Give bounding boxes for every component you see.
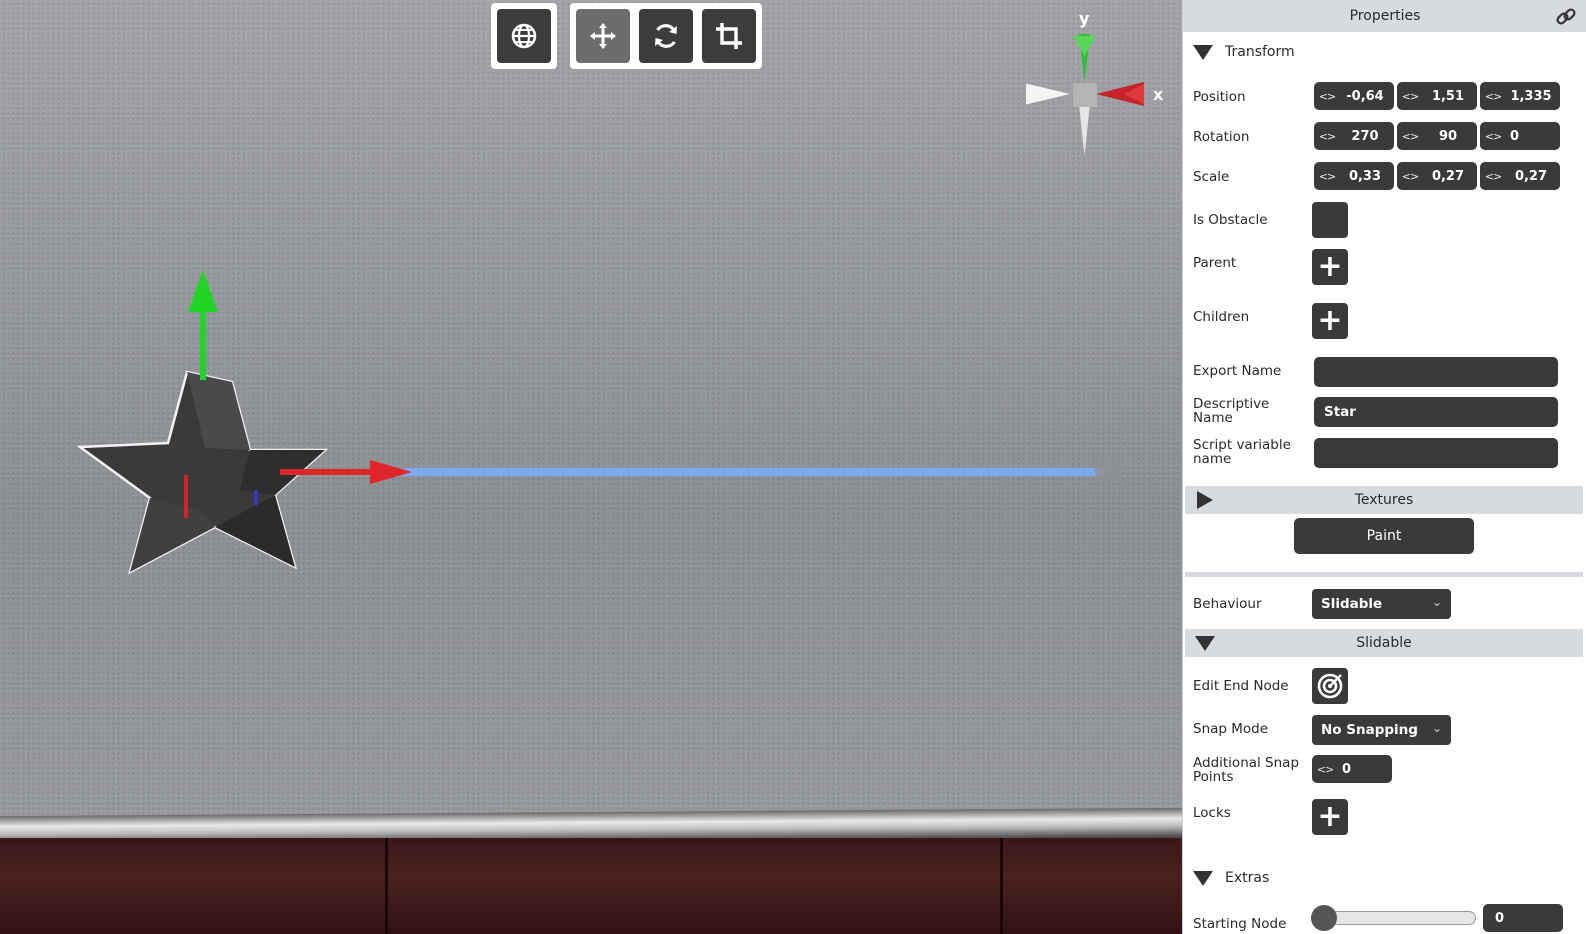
drag-arrows-icon[interactable]: <>	[1312, 763, 1338, 776]
neg-y-axis-cone[interactable]	[1079, 104, 1090, 156]
rotation-y-field[interactable]: <> 90	[1397, 122, 1477, 150]
locks-label: Locks	[1193, 805, 1231, 821]
scale-z-field[interactable]: <> 0,27	[1480, 162, 1560, 190]
cabinet	[0, 838, 1182, 934]
scene-viewport[interactable]: y x	[0, 0, 1182, 934]
panel-title: Properties	[1349, 8, 1421, 24]
edit-end-node-label: Edit End Node	[1193, 678, 1289, 694]
export-name-input[interactable]	[1314, 357, 1558, 387]
move-x-arrow[interactable]	[370, 460, 412, 484]
paint-button[interactable]: Paint	[1294, 518, 1474, 554]
textures-title: Textures	[1354, 492, 1414, 508]
plus-icon: +	[1317, 303, 1343, 338]
slidable-title: Slidable	[1356, 635, 1412, 651]
drag-arrows-icon[interactable]: <>	[1397, 130, 1423, 143]
scale-label: Scale	[1193, 169, 1230, 185]
plus-icon: +	[1317, 249, 1343, 284]
additional-snap-label: Additional Snap Points	[1193, 755, 1300, 785]
collapse-triangle-icon	[1193, 44, 1213, 60]
descriptive-name-label: Descriptive Name	[1193, 396, 1270, 426]
export-name-label: Export Name	[1193, 363, 1282, 379]
children-label: Children	[1193, 309, 1250, 325]
target-icon	[1317, 673, 1343, 699]
snap-mode-value: No Snapping	[1321, 722, 1418, 738]
drag-arrows-icon[interactable]: <>	[1314, 170, 1340, 183]
rotation-z-field[interactable]: <> 0	[1480, 122, 1560, 150]
script-variable-input[interactable]	[1314, 438, 1558, 468]
starting-node-slider-track[interactable]	[1314, 911, 1476, 925]
edit-end-node-button[interactable]	[1312, 668, 1348, 704]
panel-header: Properties	[1183, 0, 1586, 32]
script-variable-label: Script variable name	[1193, 437, 1291, 467]
drag-arrows-icon[interactable]: <>	[1314, 130, 1340, 143]
move-arrows-icon	[590, 23, 616, 49]
is-obstacle-checkbox[interactable]	[1312, 202, 1348, 238]
drag-arrows-icon[interactable]: <>	[1480, 90, 1506, 103]
cabinet-seam	[385, 838, 388, 934]
add-lock-button[interactable]: +	[1312, 799, 1348, 835]
collapse-triangle-icon	[1195, 635, 1215, 651]
crop-icon	[716, 23, 742, 49]
scale-y-field[interactable]: <> 0,27	[1397, 162, 1477, 190]
position-z-field[interactable]: <> 1,335	[1480, 82, 1560, 110]
rotate-icon	[655, 24, 677, 48]
y-axis-label: y	[1079, 9, 1090, 28]
star-object[interactable]	[70, 260, 1150, 590]
position-x-field[interactable]: <> -0,64	[1314, 82, 1394, 110]
additional-snap-field[interactable]: <> 0	[1312, 755, 1392, 783]
rotation-x-field[interactable]: <> 270	[1314, 122, 1394, 150]
gizmo-center-cube[interactable]	[1073, 83, 1097, 107]
add-children-button[interactable]: +	[1312, 303, 1348, 339]
drag-arrows-icon[interactable]: <>	[1314, 90, 1340, 103]
globe-icon	[511, 23, 537, 49]
starting-node-slider-handle[interactable]	[1311, 905, 1337, 931]
view-toolbar	[491, 3, 557, 69]
cabinet-seam	[1000, 838, 1003, 934]
move-tool-button[interactable]	[576, 9, 630, 63]
is-obstacle-label: Is Obstacle	[1193, 212, 1268, 228]
slidable-section-header[interactable]: Slidable	[1185, 629, 1583, 657]
transform-toolbar	[570, 3, 762, 69]
collapse-triangle-icon	[1193, 870, 1213, 886]
slide-end-node[interactable]	[1095, 458, 1121, 482]
drag-arrows-icon[interactable]: <>	[1397, 90, 1423, 103]
extras-title: Extras	[1225, 870, 1270, 886]
drag-arrows-icon[interactable]: <>	[1480, 130, 1506, 143]
plus-icon: +	[1317, 799, 1343, 834]
scale-tool-button[interactable]	[702, 9, 756, 63]
descriptive-name-input[interactable]: Star	[1314, 397, 1558, 427]
drag-arrows-icon[interactable]: <>	[1480, 170, 1506, 183]
snap-mode-dropdown[interactable]: No Snapping ⌄	[1312, 715, 1451, 745]
neg-x-axis-cone[interactable]	[1026, 82, 1070, 106]
parent-label: Parent	[1193, 255, 1237, 271]
orientation-gizmo[interactable]: y x	[1026, 4, 1176, 158]
x-axis-label: x	[1153, 85, 1164, 104]
properties-panel: Properties Transform Position <> -0,64 <>…	[1182, 0, 1586, 934]
transform-title: Transform	[1225, 44, 1295, 60]
world-space-button[interactable]	[497, 9, 551, 63]
behaviour-value: Slidable	[1321, 596, 1383, 612]
position-y-field[interactable]: <> 1,51	[1397, 82, 1477, 110]
rotate-tool-button[interactable]	[639, 9, 693, 63]
move-y-arrow[interactable]	[188, 270, 218, 312]
behaviour-label: Behaviour	[1193, 596, 1262, 612]
extras-section-header[interactable]: Extras	[1183, 862, 1586, 894]
textures-section-header[interactable]: Textures	[1185, 486, 1583, 514]
rotation-label: Rotation	[1193, 129, 1250, 145]
link-icon[interactable]	[1555, 6, 1577, 28]
scale-x-field[interactable]: <> 0,33	[1314, 162, 1394, 190]
expand-triangle-icon	[1197, 491, 1213, 509]
snap-mode-label: Snap Mode	[1193, 721, 1269, 737]
chevron-down-icon: ⌄	[1431, 595, 1442, 609]
section-divider	[1185, 572, 1583, 577]
starting-node-field[interactable]: 0	[1483, 904, 1563, 932]
transform-section-header[interactable]: Transform	[1183, 36, 1586, 68]
add-parent-button[interactable]: +	[1312, 249, 1348, 285]
chevron-down-icon: ⌄	[1431, 721, 1442, 735]
starting-node-label: Starting Node	[1193, 916, 1287, 932]
position-label: Position	[1193, 89, 1246, 105]
behaviour-dropdown[interactable]: Slidable ⌄	[1312, 589, 1451, 619]
drag-arrows-icon[interactable]: <>	[1397, 170, 1423, 183]
